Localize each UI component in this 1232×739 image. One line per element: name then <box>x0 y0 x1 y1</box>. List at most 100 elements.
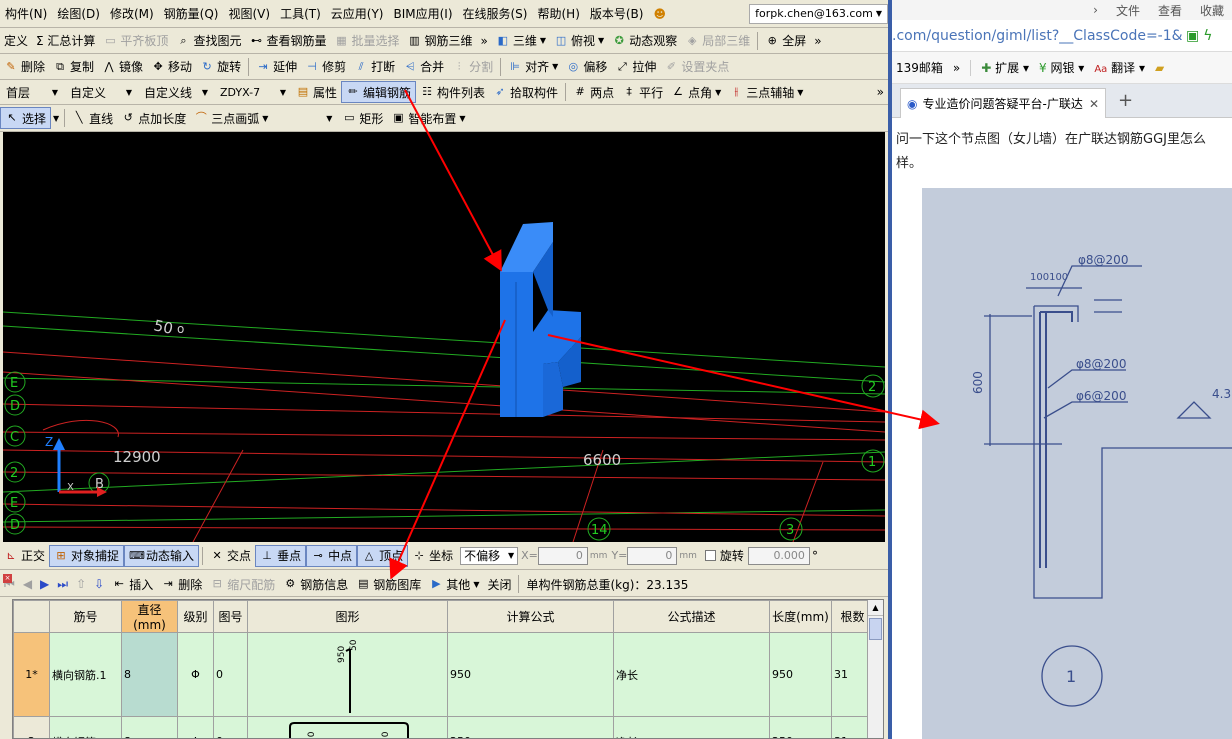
cell-name[interactable]: 横向钢筋.2 <box>49 716 122 738</box>
menu-help[interactable]: 帮助(H) <box>532 3 584 25</box>
parapet-wall-3d[interactable] <box>500 222 581 417</box>
last-record-button[interactable]: ⏭ <box>53 573 72 595</box>
cell-name[interactable]: 横向钢筋.1 <box>49 632 122 717</box>
coordinate-snap[interactable]: ⊹ 坐标 <box>408 545 457 567</box>
fullscreen-button[interactable]: ⊕ 全屏 <box>761 30 810 52</box>
merge-button[interactable]: ⩤ 合并 <box>399 56 448 78</box>
extend-button[interactable]: ⇥ 延伸 <box>252 56 301 78</box>
delete-row-button[interactable]: ⇥ 删除 <box>157 573 206 595</box>
scale-rebar-button[interactable]: ⊟ 缩尺配筋 <box>206 573 279 595</box>
offset-mode-select[interactable]: 不偏移 ▼ <box>460 546 519 565</box>
delete-button[interactable]: ✎ 删除 <box>0 56 49 78</box>
parallel-button[interactable]: ‡ 平行 <box>618 81 667 103</box>
dynamic-view-button[interactable]: ✪ 动态观察 <box>608 30 681 52</box>
sum-calc-button[interactable]: Σ 汇总计算 <box>32 30 99 52</box>
define-button[interactable]: 定义 <box>0 30 32 52</box>
menu-cloud[interactable]: 云应用(Y) <box>326 3 389 25</box>
cell-length[interactable]: 950 <box>769 632 832 717</box>
cell-diameter[interactable]: 8 <box>121 716 178 738</box>
align-dropdown[interactable]: ⊫ 对齐 ▼ <box>504 56 562 78</box>
offset-button[interactable]: ◎ 偏移 <box>562 56 611 78</box>
col-header-diameter[interactable]: 直径(mm) <box>121 600 178 633</box>
browser-menu-favorites[interactable]: 收藏 <box>1200 2 1224 19</box>
dynamic-input-toggle[interactable]: ⌨ 动态输入 <box>124 544 200 567</box>
two-points-button[interactable]: # 两点 <box>569 81 618 103</box>
cell-shape[interactable]: 50 50 <box>247 716 448 738</box>
browser-menu-more[interactable]: › <box>1093 3 1098 17</box>
move-down-button[interactable]: ⇩ <box>90 573 108 595</box>
fav-more-icon[interactable]: » <box>953 61 960 75</box>
edit-rebar-button[interactable]: ✏ 编辑钢筋 <box>341 81 417 103</box>
object-snap-toggle[interactable]: ⊞ 对象捕捉 <box>49 544 125 567</box>
rotate-input[interactable]: 0.000 <box>747 546 810 565</box>
toolbar-more-icon[interactable]: » <box>873 81 888 103</box>
scroll-thumb[interactable] <box>869 618 882 640</box>
menu-view[interactable]: 视图(V) <box>223 3 275 25</box>
cell-shape[interactable]: 50 950 <box>247 632 448 717</box>
next-record-button[interactable]: ▶ <box>36 573 53 595</box>
smart-layout-dropdown[interactable]: ▣ 智能布置 ▼ <box>387 107 469 129</box>
floor-select[interactable]: 首层 ▼ <box>3 83 61 101</box>
vertex-snap[interactable]: △ 顶点 <box>357 544 409 567</box>
prev-record-button[interactable]: ◀ <box>19 573 36 595</box>
panel-close-icon[interactable]: × <box>3 574 12 583</box>
line-button[interactable]: ╲ 直线 <box>68 107 117 129</box>
browser-menu-view[interactable]: 查看 <box>1158 2 1182 19</box>
arc-option-select[interactable]: ▼ <box>275 109 335 127</box>
flush-slab-button[interactable]: ▭ 平齐板顶 <box>99 30 172 52</box>
url-text[interactable]: .com/question/giml/list?__ClassCode=-1&_… <box>892 28 1182 44</box>
top-view-dropdown[interactable]: ◫ 俯视 ▼ <box>550 30 608 52</box>
intersection-snap[interactable]: ✕ 交点 <box>206 545 255 567</box>
component-list-button[interactable]: ☷ 构件列表 <box>416 81 489 103</box>
three-point-axis-dropdown[interactable]: ⫲ 三点辅轴 ▼ <box>725 81 807 103</box>
pick-component-button[interactable]: ➶ 拾取构件 <box>489 81 562 103</box>
cell-formula[interactable]: 950 <box>447 632 614 717</box>
batch-select-button[interactable]: ▦ 批量选择 <box>330 30 403 52</box>
move-button[interactable]: ✥ 移动 <box>147 56 196 78</box>
toolbar-more-icon[interactable]: » <box>810 30 825 52</box>
perpendicular-snap[interactable]: ⊥ 垂点 <box>255 544 307 567</box>
type-select[interactable]: 自定义 ▼ <box>67 83 135 101</box>
cell-description[interactable]: 净长 <box>613 716 770 738</box>
cell-length[interactable]: 250 <box>769 716 832 738</box>
rotate-checkbox[interactable] <box>704 550 716 561</box>
toolbar-more-icon[interactable]: » <box>477 30 492 52</box>
sketch-photo[interactable]: 100100 φ8@200 600 φ8@200 φ6@200 4.3 1 <box>922 188 1232 739</box>
col-header-length[interactable]: 长度(mm) <box>769 600 832 633</box>
properties-button[interactable]: ▤ 属性 <box>292 81 341 103</box>
rotate-button[interactable]: ↻ 旋转 <box>196 56 245 78</box>
col-header-bar-no[interactable]: 筋号 <box>49 600 122 633</box>
point-angle-dropdown[interactable]: ∠ 点角 ▼ <box>667 81 725 103</box>
col-header-figure-no[interactable]: 图号 <box>213 600 248 633</box>
table-row[interactable]: 1* 横向钢筋.1 8 Φ 0 50 950 950 净长 950 31 <box>13 632 874 717</box>
cell-formula[interactable]: 250 <box>447 716 614 738</box>
lightning-icon[interactable]: ϟ <box>1203 28 1212 44</box>
code-select[interactable]: ZDYX-7 ▼ <box>217 83 289 101</box>
col-header-description[interactable]: 公式描述 <box>613 600 770 633</box>
table-scrollbar[interactable]: ▲ <box>867 600 883 738</box>
other-dropdown[interactable]: ▶ 其他 ▼ <box>425 573 483 595</box>
move-up-button[interactable]: ⇧ <box>72 573 90 595</box>
set-grip-button[interactable]: ✐ 设置夹点 <box>660 56 733 78</box>
col-header-grade[interactable]: 级别 <box>177 600 214 633</box>
fav-translate[interactable]: Aa 翻译 ▾ <box>1094 59 1145 76</box>
menu-draw[interactable]: 绘图(D) <box>52 3 105 25</box>
fav-extensions[interactable]: ✚ 扩展 ▾ <box>981 59 1029 76</box>
point-length-button[interactable]: ↺ 点加长度 <box>117 107 190 129</box>
menu-modify[interactable]: 修改(M) <box>105 3 159 25</box>
col-header-shape[interactable]: 图形 <box>247 600 448 633</box>
table-row[interactable]: 2 横向钢筋.2 8 Φ 0 50 50 250 净长 250 <box>13 716 874 738</box>
subtype-select[interactable]: 自定义线 ▼ <box>141 83 211 101</box>
three-point-arc-dropdown[interactable]: ⌒ 三点画弧 ▼ <box>190 107 272 129</box>
stretch-button[interactable]: ⤢ 拉伸 <box>611 56 660 78</box>
cell-figure-no[interactable]: 0 <box>213 632 248 717</box>
split-button[interactable]: ⫶ 分割 <box>448 56 497 78</box>
menu-bim[interactable]: BIM应用(I) <box>388 3 457 25</box>
cell-grade[interactable]: Φ <box>177 632 214 717</box>
menu-online[interactable]: 在线服务(S) <box>458 3 533 25</box>
fav-folder-icon[interactable]: ▰ <box>1155 61 1164 75</box>
trim-button[interactable]: ⊣ 修剪 <box>301 56 350 78</box>
cell-grade[interactable]: Φ <box>177 716 214 738</box>
menu-rebar-qty[interactable]: 钢筋量(Q) <box>159 3 224 25</box>
rebar-3d-button[interactable]: ▥ 钢筋三维 <box>403 30 476 52</box>
